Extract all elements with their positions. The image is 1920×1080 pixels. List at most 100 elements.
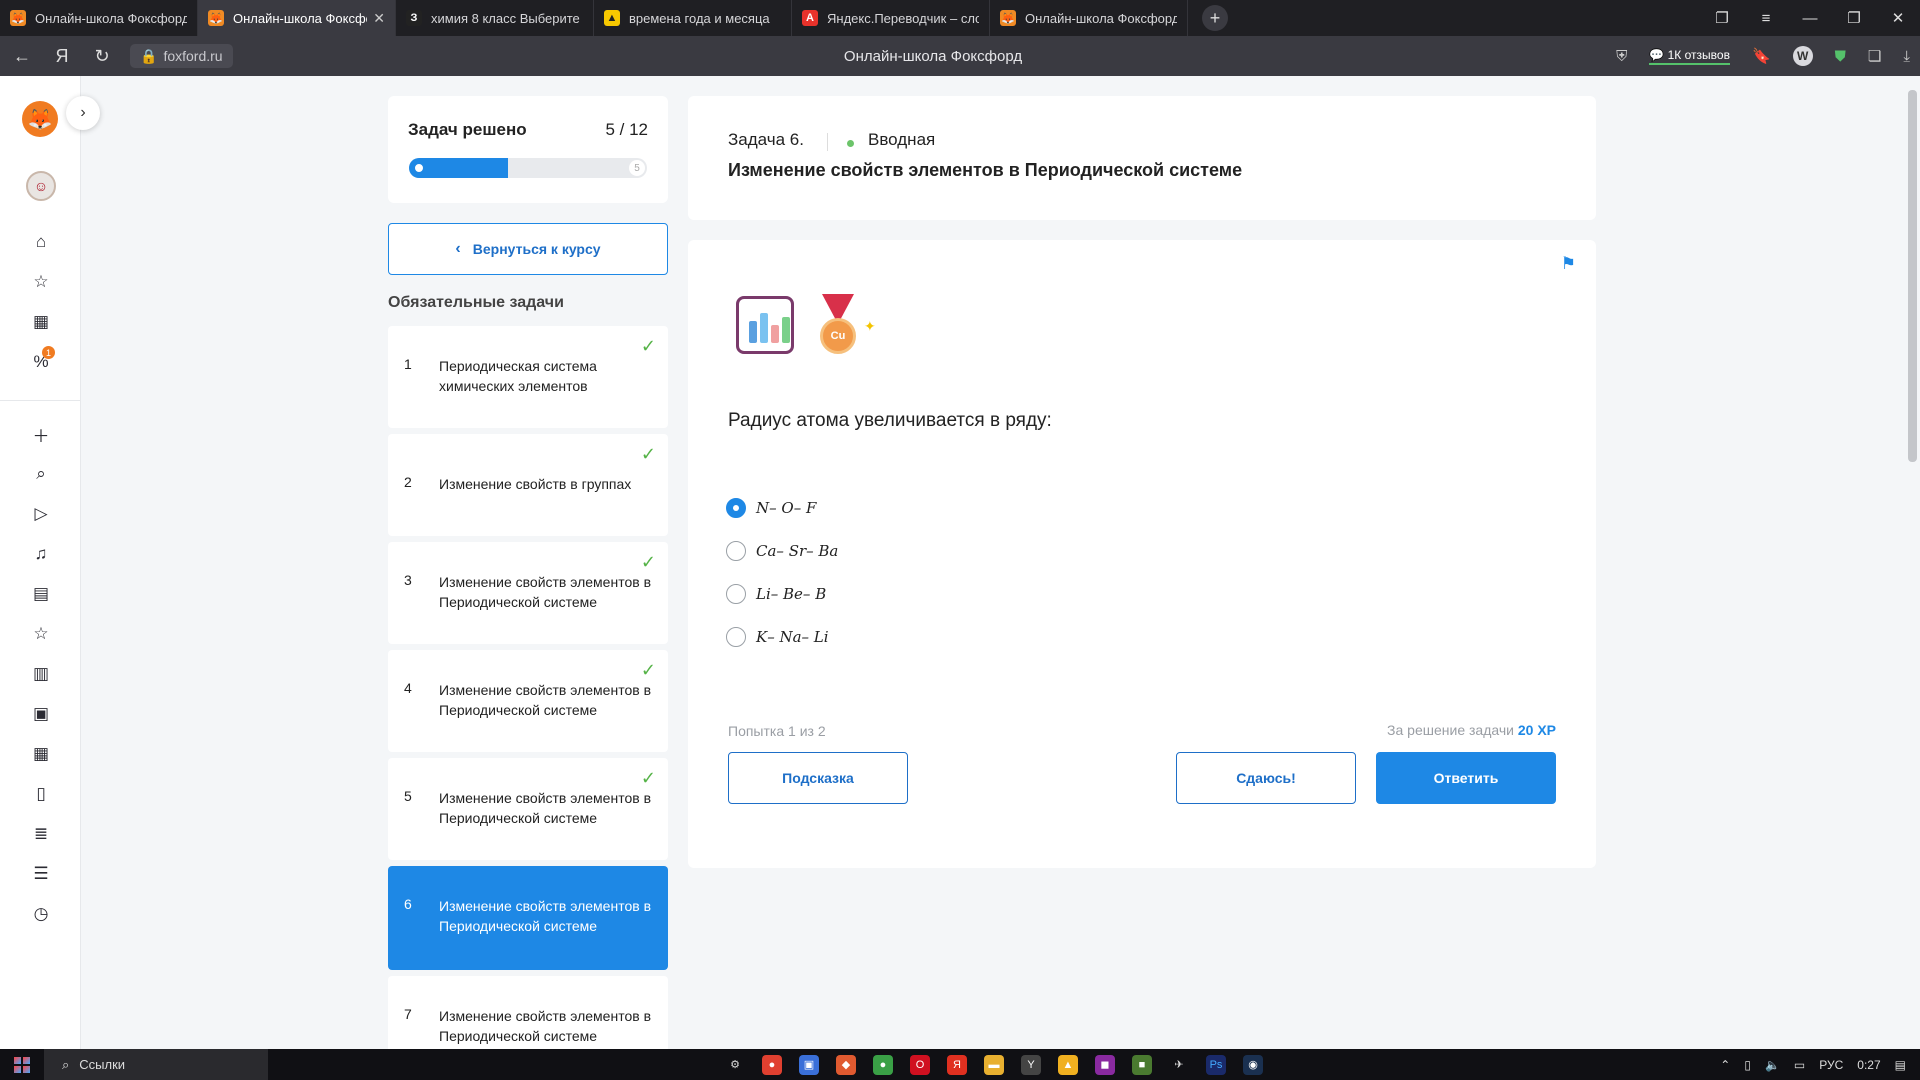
clock[interactable]: 0:27 — [1857, 1058, 1880, 1072]
radio[interactable] — [726, 541, 746, 561]
back-to-course-button[interactable]: ‹ Вернуться к курсу — [388, 223, 668, 275]
task-title: Изменение свойств в группах — [439, 476, 632, 492]
app-icon[interactable]: ● — [762, 1054, 782, 1075]
page-scrollbar[interactable] — [1904, 76, 1920, 1049]
list-icon[interactable]: ☰ — [28, 862, 54, 886]
yandex-icon[interactable]: Я — [947, 1054, 967, 1075]
app-icon[interactable]: ✈ — [1169, 1055, 1189, 1075]
radio[interactable] — [726, 627, 746, 647]
download-icon[interactable]: ⤓ — [1903, 48, 1910, 65]
headphones-icon[interactable]: ♫ — [28, 542, 54, 566]
folder-icon[interactable]: ▬ — [984, 1054, 1004, 1075]
network-icon[interactable]: ▭ — [1794, 1058, 1805, 1072]
bookmark-icon[interactable]: 🔖 — [1752, 47, 1771, 65]
minecraft-icon[interactable]: ■ — [1132, 1054, 1152, 1075]
home-icon[interactable]: ⌂ — [28, 230, 54, 254]
yandex-icon[interactable]: Я — [44, 46, 80, 67]
plus-icon[interactable]: ＋ — [28, 422, 54, 446]
browser-tab[interactable]: З химия 8 класс Выберите — [396, 0, 594, 36]
calendar-icon[interactable]: ▦ — [28, 310, 54, 334]
start-button[interactable] — [0, 1049, 44, 1080]
chevron-up-icon[interactable]: ⌃ — [1720, 1058, 1730, 1072]
answer-option[interactable]: N– O– F — [726, 498, 816, 518]
hint-button[interactable]: Подсказка — [728, 752, 908, 804]
photoshop-icon[interactable]: Ps — [1206, 1054, 1226, 1075]
notes-icon[interactable]: ≣ — [28, 822, 54, 846]
radio-selected[interactable] — [726, 498, 746, 518]
answer-button[interactable]: Ответить — [1376, 752, 1556, 804]
star-icon[interactable]: ☆ — [28, 270, 54, 294]
answer-option[interactable]: K– Na– Li — [726, 627, 829, 647]
taskbar-search-label: Ссылки — [79, 1057, 126, 1072]
browser-tab[interactable]: 🦊 Онлайн-школа Фоксфорд — [990, 0, 1188, 36]
star-outline-icon[interactable]: ☆ — [28, 622, 54, 646]
give-up-button[interactable]: Сдаюсь! — [1176, 752, 1356, 804]
progress-end-marker: 5 — [629, 160, 645, 176]
radio[interactable] — [726, 584, 746, 604]
task-item[interactable]: 3 Изменение свойств элементов в Периодич… — [388, 542, 668, 644]
answer-option[interactable]: Li– Be– B — [726, 584, 826, 604]
opera-icon[interactable]: O — [910, 1054, 930, 1075]
task-title: Изменение свойств элементов в Периодичес… — [439, 574, 652, 610]
reviews-button[interactable]: 💬 1К отзывов — [1649, 48, 1730, 65]
browser-tab[interactable]: ▲ времена года и месяца — [594, 0, 792, 36]
taskbar-search[interactable]: ⌕ Ссылки — [44, 1049, 268, 1080]
close-window-icon[interactable]: ✕ — [1876, 9, 1920, 27]
tab-title: Онлайн-школа Фоксфорд — [1025, 10, 1177, 26]
browser-tab[interactable]: A Яндекс.Переводчик – сло — [792, 0, 990, 36]
task-item-active[interactable]: 6 Изменение свойств элементов в Периодич… — [388, 866, 668, 970]
minimize-icon[interactable]: — — [1788, 10, 1832, 27]
window-controls: ❐ ≡ — ❐ ✕ — [1700, 0, 1920, 36]
shop-icon[interactable]: ▥ — [28, 662, 54, 686]
tabs-manager-icon[interactable]: ❐ — [1700, 9, 1744, 27]
profile-avatar[interactable]: W — [1792, 46, 1813, 66]
reload-icon[interactable]: ↻ — [84, 46, 120, 67]
close-icon[interactable]: ✕ — [373, 10, 385, 27]
app-icon[interactable]: ● — [873, 1054, 893, 1075]
app-icon[interactable]: ▲ — [1058, 1054, 1078, 1075]
app-icon[interactable]: ▣ — [799, 1054, 819, 1075]
url-field[interactable]: 🔒 foxford.ru — [130, 44, 233, 68]
scrollbar-thumb[interactable] — [1908, 90, 1917, 462]
grid-icon[interactable]: ▦ — [28, 742, 54, 766]
battery-icon[interactable]: ▯ — [1744, 1058, 1751, 1072]
browser-tab-active[interactable]: 🦊 Онлайн-школа Фоксфорд ✕ — [198, 0, 396, 36]
header-divider — [827, 133, 828, 151]
flag-icon[interactable]: ⚑ — [1561, 254, 1576, 274]
collections-icon[interactable]: ❏ — [1868, 47, 1881, 65]
browser-tab[interactable]: 🦊 Онлайн-школа Фоксфорд — [0, 0, 198, 36]
shield-icon[interactable]: ⛊ — [1835, 48, 1846, 65]
bookmark-page-icon[interactable]: ▯ — [28, 782, 54, 806]
steam-icon[interactable]: ◉ — [1243, 1054, 1263, 1075]
task-item[interactable]: 1 Периодическая система химических элеме… — [388, 326, 668, 428]
task-item[interactable]: 5 Изменение свойств элементов в Периодич… — [388, 758, 668, 860]
yandex-browser-icon[interactable]: Y — [1021, 1054, 1041, 1075]
play-icon[interactable]: ▷ — [28, 502, 54, 526]
avatar[interactable]: ☺ — [26, 171, 56, 201]
clock-icon[interactable]: ◷ — [28, 902, 54, 926]
expand-sidebar-button[interactable]: › — [66, 96, 100, 130]
protect-icon[interactable]: ⛨ — [1616, 48, 1627, 65]
foxford-logo[interactable]: 🦊 — [22, 101, 58, 137]
search-icon[interactable]: ⌕ — [28, 462, 54, 486]
task-number: 5 — [404, 788, 412, 804]
restore-icon[interactable]: ❐ — [1832, 9, 1876, 27]
answer-option[interactable]: Ca– Sr– Ba — [726, 541, 838, 561]
back-arrow-icon[interactable]: ← — [4, 46, 40, 67]
new-tab-button[interactable]: + — [1202, 5, 1228, 31]
language-indicator[interactable]: РУС — [1819, 1058, 1843, 1072]
volume-icon[interactable]: 🔈 — [1765, 1058, 1780, 1072]
task-item[interactable]: 4 Изменение свойств элементов в Периодич… — [388, 650, 668, 752]
chat-icon[interactable]: ▤ — [28, 582, 54, 606]
notifications-icon[interactable]: ▤ — [1895, 1058, 1906, 1072]
app-icon[interactable]: ◼ — [1095, 1054, 1115, 1075]
task-item[interactable]: 2 Изменение свойств в группах ✓ — [388, 434, 668, 536]
book-icon[interactable]: ▣ — [28, 702, 54, 726]
settings-icon[interactable]: ⚙ — [725, 1055, 745, 1075]
task-item[interactable]: 7 Изменение свойств элементов в Периодич… — [388, 976, 668, 1049]
menu-icon[interactable]: ≡ — [1744, 10, 1788, 27]
tab-title: Яндекс.Переводчик – сло — [827, 10, 979, 26]
task-number: 2 — [404, 474, 412, 490]
tab-title: времена года и месяца — [629, 10, 770, 26]
app-icon[interactable]: ◆ — [836, 1054, 856, 1075]
